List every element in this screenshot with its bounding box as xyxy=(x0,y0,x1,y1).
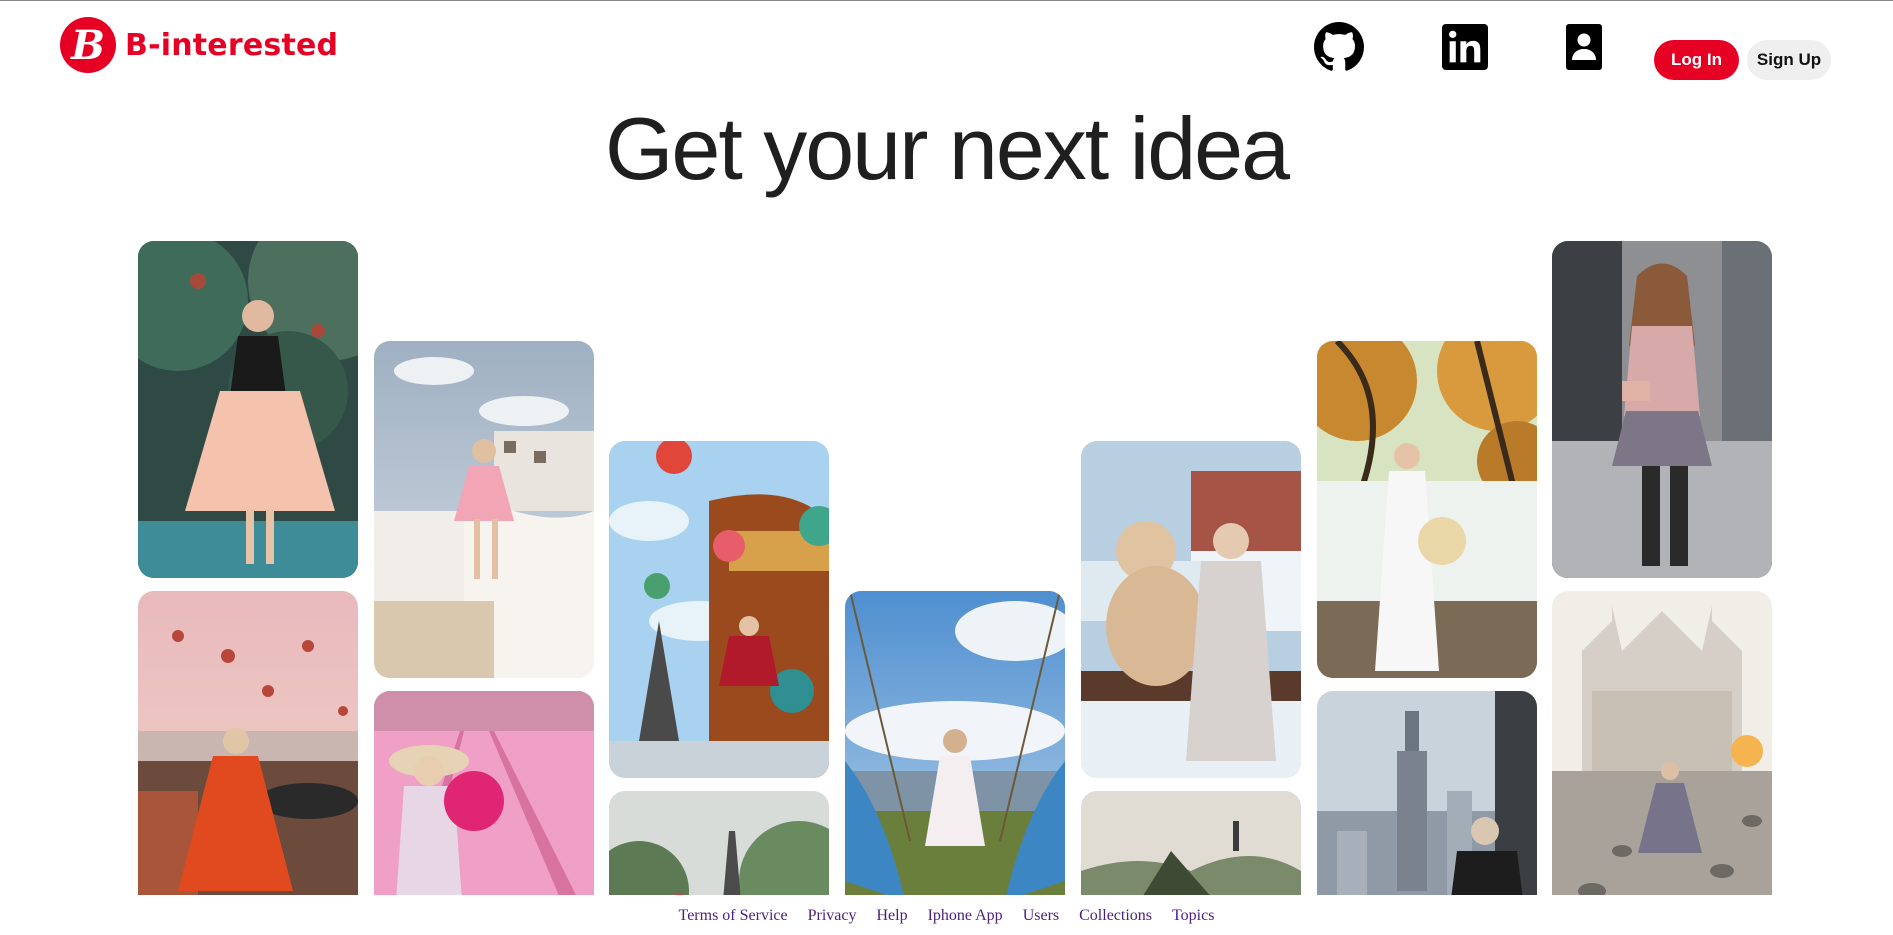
pin-card[interactable] xyxy=(374,341,594,678)
pin-image-tulip-field xyxy=(374,691,594,895)
footer-link-collections[interactable]: Collections xyxy=(1079,907,1152,925)
pin-image-teddy-winter xyxy=(1081,441,1301,778)
pin-card[interactable] xyxy=(138,591,358,895)
pin-image-city-window xyxy=(1317,691,1537,895)
pin-card[interactable] xyxy=(138,241,358,578)
pin-card[interactable] xyxy=(1081,441,1301,778)
pin-image-eiffel-carousel xyxy=(609,441,829,778)
footer-link-help[interactable]: Help xyxy=(876,907,907,925)
pin-card[interactable] xyxy=(609,441,829,778)
pin-card[interactable] xyxy=(1317,341,1537,678)
pin-image-street-plaid-skirt xyxy=(1552,241,1772,578)
footer-link-iphone-app[interactable]: Iphone App xyxy=(928,907,1003,925)
pin-card[interactable] xyxy=(374,691,594,895)
footer-link-privacy[interactable]: Privacy xyxy=(808,907,857,925)
pin-image-pagoda-landscape xyxy=(609,791,829,895)
pin-card[interactable] xyxy=(1081,791,1301,895)
footer-link-users[interactable]: Users xyxy=(1023,907,1059,925)
pin-card[interactable] xyxy=(1317,691,1537,895)
pin-card[interactable] xyxy=(1552,591,1772,895)
pin-grid xyxy=(0,0,1893,895)
pin-card[interactable] xyxy=(609,791,829,895)
pin-image-milan-cathedral xyxy=(1552,591,1772,895)
pin-card[interactable] xyxy=(1552,241,1772,578)
pin-image-santorini xyxy=(374,341,594,678)
pin-image-hill-pagoda xyxy=(1081,791,1301,895)
footer-link-topics[interactable]: Topics xyxy=(1172,907,1214,925)
pin-image-balloons-terrace xyxy=(138,591,358,895)
pin-image-woman-peach-skirt xyxy=(138,241,358,578)
pin-image-swing-wings xyxy=(845,591,1065,895)
footer-links: Terms of Service Privacy Help Iphone App… xyxy=(0,907,1893,925)
pin-image-autumn-lake xyxy=(1317,341,1537,678)
footer-link-terms[interactable]: Terms of Service xyxy=(679,907,788,925)
pin-card[interactable] xyxy=(845,591,1065,895)
